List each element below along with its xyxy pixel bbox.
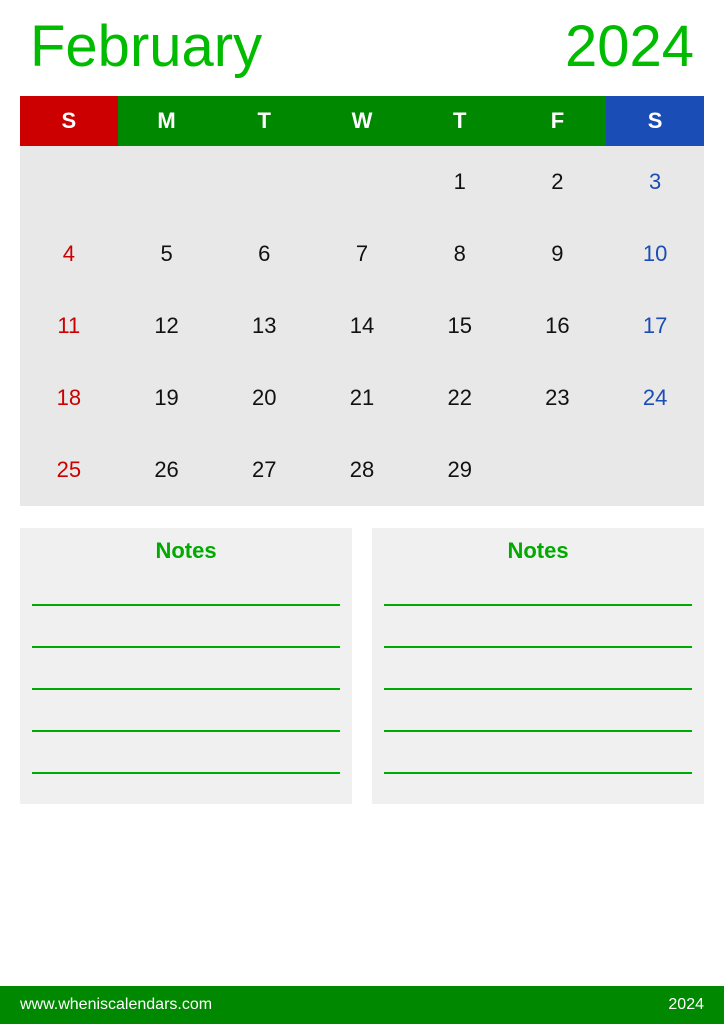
note-line-r2 [384, 624, 692, 648]
footer: www.wheniscalendars.com 2024 [0, 986, 724, 1024]
day-25: 25 [20, 434, 118, 506]
day-29: 29 [411, 434, 509, 506]
footer-url: www.wheniscalendars.com [20, 996, 212, 1014]
note-line-r5 [384, 750, 692, 774]
notes-box-left: Notes [20, 528, 352, 804]
notes-label-right: Notes [507, 538, 568, 563]
header-sunday: S [20, 96, 118, 146]
day-empty [20, 146, 118, 218]
day-1: 1 [411, 146, 509, 218]
day-11: 11 [20, 290, 118, 362]
note-line-r1 [384, 582, 692, 606]
header-friday: F [509, 96, 607, 146]
month-title: February [30, 18, 262, 76]
notes-label-row-left: Notes [20, 528, 352, 574]
note-line-3 [32, 666, 340, 690]
day-empty [118, 146, 216, 218]
note-line-2 [32, 624, 340, 648]
day-empty [215, 146, 313, 218]
notes-label-row-right: Notes [372, 528, 704, 574]
calendar-days-header: S M T W T F S [20, 96, 704, 146]
day-12: 12 [118, 290, 216, 362]
day-28: 28 [313, 434, 411, 506]
note-line-5 [32, 750, 340, 774]
day-18: 18 [20, 362, 118, 434]
note-line-r4 [384, 708, 692, 732]
calendar-body: 1 2 3 4 5 6 7 8 9 10 11 12 13 14 15 16 1… [20, 146, 704, 506]
year-title: 2024 [565, 18, 694, 76]
day-15: 15 [411, 290, 509, 362]
day-5: 5 [118, 218, 216, 290]
day-empty [606, 434, 704, 506]
day-17: 17 [606, 290, 704, 362]
day-26: 26 [118, 434, 216, 506]
notes-lines-left [20, 574, 352, 804]
day-7: 7 [313, 218, 411, 290]
header-tuesday: T [215, 96, 313, 146]
day-16: 16 [509, 290, 607, 362]
day-3: 3 [606, 146, 704, 218]
calendar-grid: S M T W T F S 1 2 3 4 5 6 7 8 9 10 11 [20, 96, 704, 506]
note-line-1 [32, 582, 340, 606]
day-2: 2 [509, 146, 607, 218]
day-23: 23 [509, 362, 607, 434]
day-27: 27 [215, 434, 313, 506]
day-10: 10 [606, 218, 704, 290]
day-empty [509, 434, 607, 506]
day-24: 24 [606, 362, 704, 434]
day-8: 8 [411, 218, 509, 290]
note-line-r3 [384, 666, 692, 690]
calendar-header: February 2024 [0, 0, 724, 86]
day-empty [313, 146, 411, 218]
header-saturday: S [606, 96, 704, 146]
page-container: February 2024 S M T W T F S 1 2 3 4 5 6 [0, 0, 724, 1024]
day-13: 13 [215, 290, 313, 362]
day-20: 20 [215, 362, 313, 434]
header-wednesday: W [313, 96, 411, 146]
notes-section: Notes Notes [20, 528, 704, 804]
day-9: 9 [509, 218, 607, 290]
footer-year: 2024 [668, 996, 704, 1014]
header-thursday: T [411, 96, 509, 146]
notes-lines-right [372, 574, 704, 804]
note-line-4 [32, 708, 340, 732]
notes-box-right: Notes [372, 528, 704, 804]
day-22: 22 [411, 362, 509, 434]
day-21: 21 [313, 362, 411, 434]
day-4: 4 [20, 218, 118, 290]
notes-label-left: Notes [155, 538, 216, 563]
header-monday: M [118, 96, 216, 146]
day-6: 6 [215, 218, 313, 290]
day-14: 14 [313, 290, 411, 362]
day-19: 19 [118, 362, 216, 434]
